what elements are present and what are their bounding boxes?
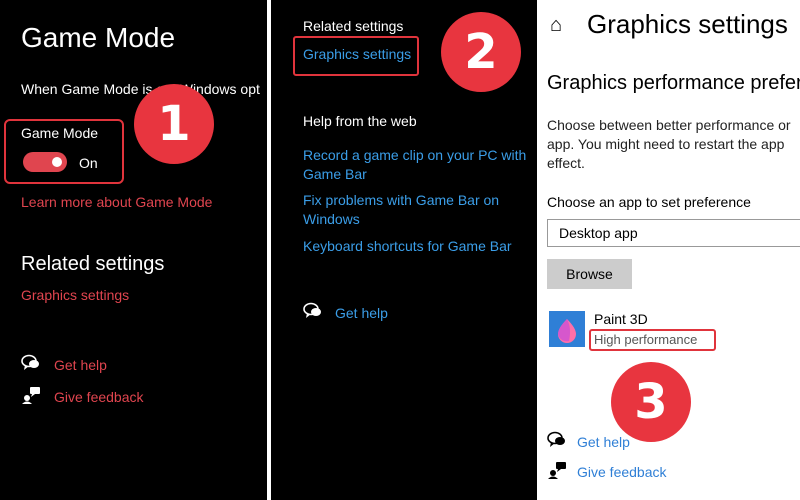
game-mode-panel: Game Mode When Game Mode is on, Windows … (0, 0, 267, 500)
get-help-icon (21, 354, 41, 377)
app-name: Paint 3D (594, 311, 648, 327)
app-type-select[interactable]: Desktop app (547, 219, 800, 247)
related-settings-panel: Related settings Graphics settings Help … (271, 0, 537, 500)
get-help-link[interactable]: Get help (335, 305, 388, 321)
related-settings-heading: Related settings (21, 253, 165, 275)
help-link-record-clip[interactable]: Record a game clip on your PC with Game … (303, 146, 533, 184)
related-settings-heading: Related settings (303, 18, 404, 34)
step-badge: 2 (441, 12, 521, 92)
get-help-link[interactable]: Get help (54, 357, 107, 373)
page-title: Game Mode (21, 22, 176, 53)
game-mode-description: When Game Mode is on, Windows opt (21, 81, 260, 97)
section-description: Choose between better performance or app… (547, 117, 791, 171)
help-link-fix-problems[interactable]: Fix problems with Game Bar on Windows (303, 191, 518, 229)
get-help-link[interactable]: Get help (577, 434, 630, 450)
step-badge: 3 (611, 362, 691, 442)
game-mode-highlight (4, 119, 124, 184)
help-from-web-heading: Help from the web (303, 113, 417, 129)
high-performance-highlight (589, 329, 716, 351)
section-heading: Graphics performance prefere (547, 72, 800, 94)
select-value: Desktop app (559, 225, 638, 241)
give-feedback-link[interactable]: Give feedback (54, 389, 144, 405)
graphics-settings-panel: ⌂ Graphics settings Graphics performance… (541, 0, 800, 500)
graphics-settings-highlight (293, 36, 419, 76)
feedback-icon (547, 461, 567, 484)
get-help-icon (547, 431, 567, 454)
feedback-icon (21, 386, 41, 409)
app-type-label: Choose an app to set preference (547, 194, 751, 210)
help-link-keyboard-shortcuts[interactable]: Keyboard shortcuts for Game Bar (303, 237, 533, 256)
give-feedback-link[interactable]: Give feedback (577, 464, 667, 480)
browse-button[interactable]: Browse (547, 259, 632, 289)
home-icon[interactable]: ⌂ (550, 14, 562, 37)
graphics-settings-link[interactable]: Graphics settings (21, 287, 129, 303)
learn-more-link[interactable]: Learn more about Game Mode (21, 194, 212, 210)
step-badge: 1 (134, 84, 214, 164)
paint-3d-icon[interactable] (549, 311, 585, 347)
get-help-icon (303, 302, 323, 325)
page-title: Graphics settings (587, 9, 788, 39)
